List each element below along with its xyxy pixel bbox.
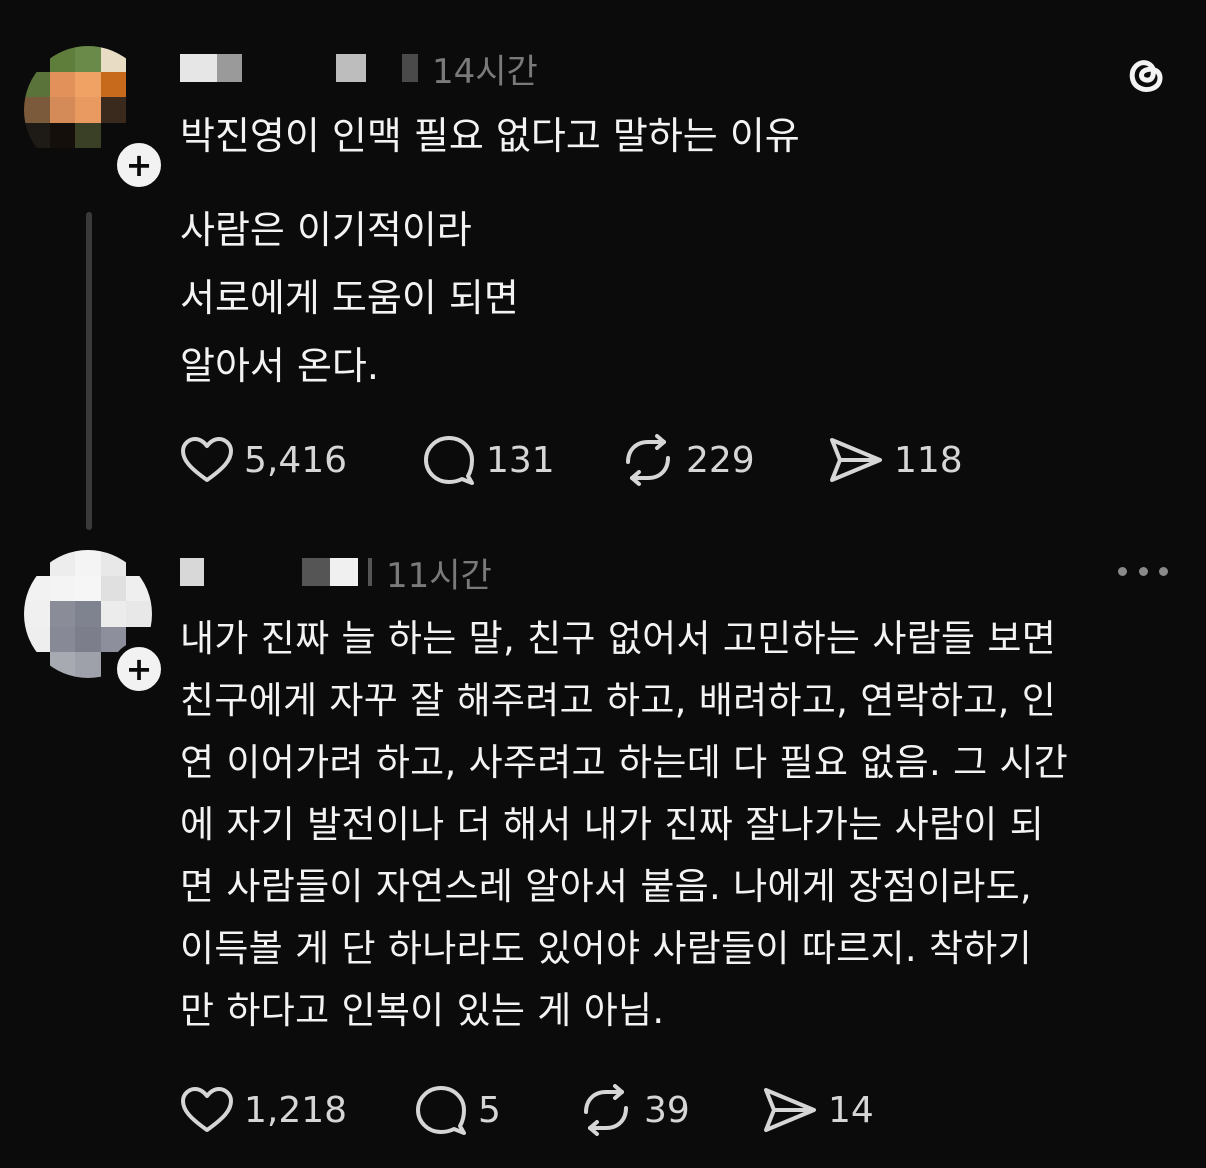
- thread-connector-line: [86, 212, 92, 530]
- share-button[interactable]: 118: [828, 430, 963, 490]
- repost-arrows-icon: [626, 434, 670, 486]
- like-button[interactable]: 1,218: [180, 1080, 347, 1140]
- post-body-line: 서로에게 도움이 되면: [180, 276, 519, 320]
- post-time[interactable]: 14시간: [432, 44, 538, 93]
- redacted-block: [402, 54, 418, 82]
- share-button[interactable]: 14: [762, 1080, 874, 1140]
- post-body: 사람은 이기적이라 서로에게 도움이 되면 알아서 온다.: [180, 196, 519, 400]
- post-title: 박진영이 인맥 필요 없다고 말하는 이유: [180, 114, 800, 158]
- repost-count: 39: [644, 1089, 690, 1131]
- redacted-block: [302, 558, 358, 586]
- send-arrow-icon: [764, 1088, 816, 1132]
- reply-button[interactable]: 5: [414, 1080, 501, 1140]
- reply-time[interactable]: 11시간: [386, 548, 492, 597]
- redacted-block: [368, 558, 372, 586]
- reply-button[interactable]: 131: [422, 430, 555, 490]
- post-body-line: 사람은 이기적이라: [180, 208, 472, 252]
- follow-plus-icon[interactable]: +: [112, 642, 166, 696]
- repost-button[interactable]: 229: [620, 430, 755, 490]
- repost-button[interactable]: 39: [578, 1080, 690, 1140]
- reply-body: 내가 진짜 늘 하는 말, 친구 없어서 고민하는 사람들 보면 친구에게 자꾸…: [180, 608, 1068, 1042]
- reply-body-line: 면 사람들이 자연스레 알아서 붙음. 나에게 장점이라도,: [180, 865, 1032, 908]
- reply-body-line: 연 이어가려 하고, 사주려고 하는데 다 필요 없음. 그 시간: [180, 741, 1069, 784]
- more-options-icon[interactable]: [1118, 556, 1168, 586]
- reply-count: 5: [478, 1089, 501, 1131]
- threads-logo-icon[interactable]: [1118, 48, 1172, 102]
- username-redacted[interactable]: [180, 54, 242, 82]
- follow-plus-icon[interactable]: +: [112, 138, 166, 192]
- like-button[interactable]: 5,416: [180, 430, 347, 490]
- username-redacted[interactable]: [180, 558, 204, 586]
- reply-header: 11시간: [180, 548, 492, 597]
- reply-count: 131: [486, 439, 555, 481]
- share-count: 118: [894, 439, 963, 481]
- reply-body-line: 이득볼 게 단 하나라도 있어야 사람들이 따르지. 착하기: [180, 927, 1032, 970]
- reply-body-line: 만 하다고 인복이 있는 게 아님.: [180, 989, 665, 1032]
- heart-icon: [181, 1087, 233, 1132]
- post-header: 14시간: [180, 44, 538, 93]
- share-count: 14: [828, 1089, 874, 1131]
- send-arrow-icon: [830, 438, 882, 482]
- comment-bubble-icon: [416, 1086, 466, 1135]
- reply-body-line: 친구에게 자꾸 잘 해주려고 하고, 배려하고, 연락하고, 인: [180, 679, 1057, 722]
- like-count: 5,416: [244, 439, 348, 481]
- redacted-block: [336, 54, 366, 82]
- like-count: 1,218: [244, 1089, 348, 1131]
- repost-arrows-icon: [584, 1084, 628, 1136]
- reply-body-line: 에 자기 발전이나 더 해서 내가 진짜 잘나가는 사람이 되: [180, 803, 1045, 846]
- post-body-line: 알아서 온다.: [180, 344, 379, 388]
- reply-body-line: 내가 진짜 늘 하는 말, 친구 없어서 고민하는 사람들 보면: [180, 617, 1057, 660]
- heart-icon: [181, 437, 233, 482]
- comment-bubble-icon: [424, 436, 474, 485]
- repost-count: 229: [686, 439, 755, 481]
